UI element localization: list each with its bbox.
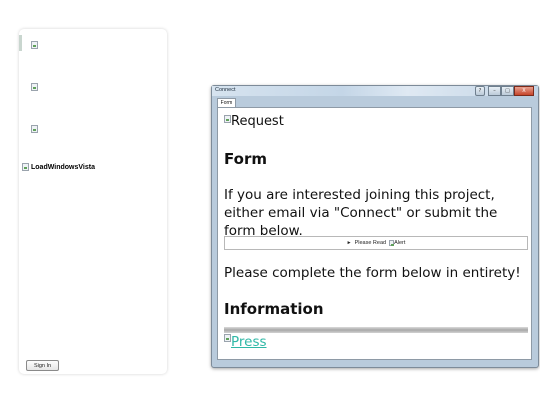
- help-button[interactable]: ?: [475, 86, 485, 96]
- logo-image: LoadWindowsVista: [22, 163, 95, 171]
- minimize-button[interactable]: –: [488, 86, 501, 96]
- broken-image-icon: [31, 83, 38, 91]
- title-bar[interactable]: Connect ? – □ X: [212, 86, 538, 96]
- broken-image-icon: [224, 334, 231, 342]
- broken-image-1: [31, 41, 40, 49]
- broken-image-icon: [31, 41, 38, 49]
- tab-form[interactable]: Form: [217, 98, 236, 107]
- logo-alt-text: LoadWindowsVista: [31, 163, 95, 171]
- broken-image-icon: [31, 125, 38, 133]
- connect-window: Connect ? – □ X Form Request Form If you…: [211, 85, 539, 368]
- window-controls: ? – □ X: [475, 86, 534, 96]
- sidebar-panel: LoadWindowsVista Sign In: [19, 29, 167, 374]
- intro-text: If you are interested joining this proje…: [224, 187, 498, 239]
- please-read-label: Please Read: [354, 240, 387, 246]
- request-image: Request: [224, 114, 284, 129]
- broken-image-icon: [389, 240, 395, 246]
- heading-form: Form: [224, 150, 267, 168]
- alert-image: Alert: [389, 240, 405, 246]
- broken-image-2: [31, 83, 40, 91]
- press-link[interactable]: Press: [224, 334, 267, 350]
- progress-fill: [224, 327, 528, 333]
- broken-image-icon: [224, 115, 231, 123]
- expand-arrow-icon: ►: [346, 240, 352, 246]
- form-content: Request Form If you are interested joini…: [217, 107, 532, 360]
- maximize-button[interactable]: □: [501, 86, 514, 96]
- broken-image-icon: [22, 163, 29, 171]
- please-read-toggle[interactable]: ► Please Read Alert: [224, 236, 528, 250]
- heading-information: Information: [224, 300, 324, 318]
- progress-bar: [224, 327, 528, 333]
- sidebar-accent: [19, 35, 22, 51]
- sign-in-button[interactable]: Sign In: [26, 360, 59, 371]
- broken-image-3: [31, 125, 40, 133]
- complete-text: Please complete the form below in entire…: [224, 265, 521, 281]
- window-title: Connect: [215, 87, 236, 93]
- close-button[interactable]: X: [514, 86, 534, 96]
